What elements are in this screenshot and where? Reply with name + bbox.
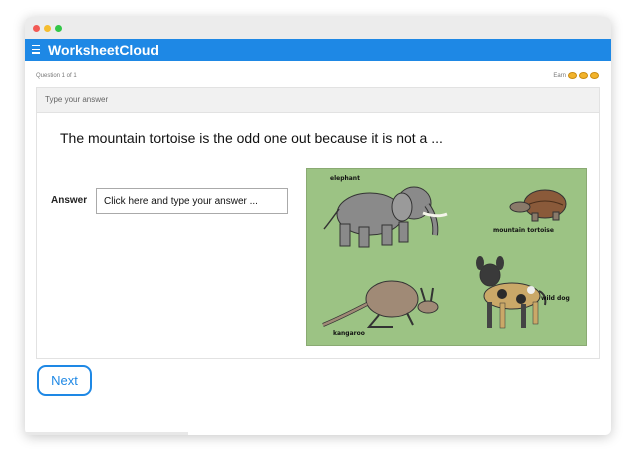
wild-dog-label: wild dog xyxy=(541,295,570,302)
next-button[interactable]: Next xyxy=(37,365,92,396)
earn-label: Earn xyxy=(553,72,566,79)
tortoise-label: mountain tortoise xyxy=(493,227,554,234)
coin-icon xyxy=(590,72,599,79)
earn-indicator: Earn xyxy=(553,72,599,79)
question-card: Type your answer The mountain tortoise i… xyxy=(36,87,600,359)
answer-input[interactable] xyxy=(96,188,288,214)
maximize-window-button[interactable] xyxy=(55,25,62,32)
coin-icon xyxy=(579,72,588,79)
window-titlebar xyxy=(25,17,611,39)
hamburger-menu-icon[interactable] xyxy=(32,45,40,55)
kangaroo-drawing xyxy=(322,280,439,328)
question-counter: Question 1 of 1 xyxy=(36,73,77,79)
wild-dog-drawing xyxy=(476,256,547,329)
scrollbar[interactable] xyxy=(25,432,188,435)
coin-icon xyxy=(568,72,577,79)
question-text: The mountain tortoise is the odd one out… xyxy=(60,130,443,146)
app-title: WorksheetCloud xyxy=(48,42,159,58)
animals-image: elephant mountain tortoise kangaroo wild… xyxy=(306,168,587,346)
app-header: WorksheetCloud xyxy=(25,39,611,61)
card-header: Type your answer xyxy=(37,88,599,113)
answer-label: Answer xyxy=(51,195,88,206)
minimize-window-button[interactable] xyxy=(44,25,51,32)
tortoise-drawing xyxy=(509,189,567,222)
kangaroo-label: kangaroo xyxy=(333,330,365,337)
elephant-label: elephant xyxy=(330,175,360,182)
animals-illustration xyxy=(322,186,567,329)
close-window-button[interactable] xyxy=(33,25,40,32)
browser-window: WorksheetCloud Question 1 of 1 Earn Type… xyxy=(25,17,611,435)
elephant-drawing xyxy=(323,186,448,248)
